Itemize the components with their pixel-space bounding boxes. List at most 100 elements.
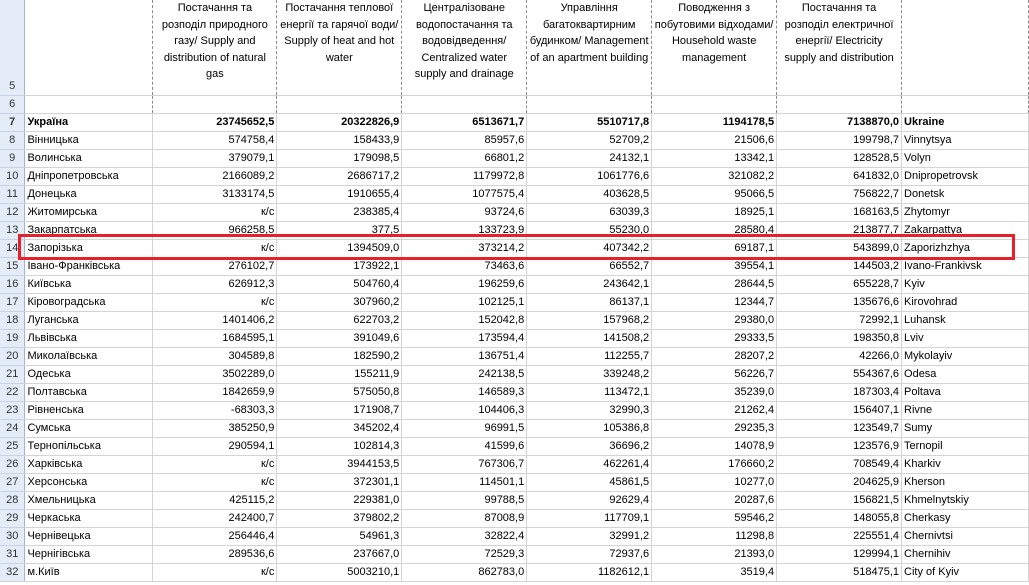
waste-value[interactable]: 29380,0 bbox=[651, 311, 778, 330]
heat-value[interactable]: 391049,6 bbox=[276, 329, 403, 348]
water-value[interactable]: 72529,3 bbox=[401, 545, 528, 564]
region-name-en[interactable]: Lviv bbox=[901, 329, 1029, 348]
region-name-en[interactable]: Rivne bbox=[901, 401, 1029, 420]
region-name-ua[interactable]: Волинська bbox=[24, 149, 154, 168]
electricity-value[interactable]: 42266,0 bbox=[776, 347, 903, 366]
management-value[interactable]: 63039,3 bbox=[526, 203, 653, 222]
row-number[interactable]: 25 bbox=[0, 437, 26, 456]
region-name-en[interactable]: Chernivtsi bbox=[901, 527, 1029, 546]
row-number[interactable]: 10 bbox=[0, 167, 26, 186]
electricity-value[interactable]: 655228,7 bbox=[776, 275, 903, 294]
cell[interactable] bbox=[526, 95, 653, 114]
heat-value[interactable]: 2686717,2 bbox=[276, 167, 403, 186]
water-value[interactable]: 196259,6 bbox=[401, 275, 528, 294]
electricity-value[interactable]: 156407,1 bbox=[776, 401, 903, 420]
management-value[interactable]: 462261,4 bbox=[526, 455, 653, 474]
region-name-ua[interactable]: Запорізька bbox=[24, 239, 154, 258]
heat-value[interactable]: 379802,2 bbox=[276, 509, 403, 528]
management-value[interactable]: 1182612,1 bbox=[526, 563, 653, 582]
heat-value[interactable]: 1394509,0 bbox=[276, 239, 403, 258]
region-name-ua[interactable]: Полтавська bbox=[24, 383, 154, 402]
heat-value[interactable]: 237667,0 bbox=[276, 545, 403, 564]
waste-value[interactable]: 18925,1 bbox=[651, 203, 778, 222]
region-name-ua[interactable]: Закарпатська bbox=[24, 221, 154, 240]
water-value[interactable]: 41599,6 bbox=[401, 437, 528, 456]
region-name-en[interactable]: City of Kyiv bbox=[901, 563, 1029, 582]
gas-value[interactable]: 276102,7 bbox=[152, 257, 278, 276]
water-value[interactable]: 173594,4 bbox=[401, 329, 528, 348]
row-number[interactable]: 28 bbox=[0, 491, 26, 510]
row-number[interactable]: 9 bbox=[0, 149, 26, 168]
row-number[interactable]: 11 bbox=[0, 185, 26, 204]
electricity-value[interactable]: 7138870,0 bbox=[776, 113, 903, 132]
gas-value[interactable]: 966258,5 bbox=[152, 221, 278, 240]
gas-value[interactable]: 3133174,5 bbox=[152, 185, 278, 204]
region-name-ua[interactable]: Чернігівська bbox=[24, 545, 154, 564]
water-value[interactable]: 242138,5 bbox=[401, 365, 528, 384]
region-name-en[interactable]: Kharkiv bbox=[901, 455, 1029, 474]
heat-value[interactable]: 54961,3 bbox=[276, 527, 403, 546]
waste-value[interactable]: 10277,0 bbox=[651, 473, 778, 492]
gas-value[interactable]: 23745652,5 bbox=[152, 113, 278, 132]
region-name-ua[interactable]: Вінницька bbox=[24, 131, 154, 150]
management-value[interactable]: 141508,2 bbox=[526, 329, 653, 348]
water-value[interactable]: 99788,5 bbox=[401, 491, 528, 510]
electricity-value[interactable]: 128528,5 bbox=[776, 149, 903, 168]
waste-value[interactable]: 21506,6 bbox=[651, 131, 778, 150]
row-number[interactable]: 26 bbox=[0, 455, 26, 474]
gas-value[interactable]: 289536,6 bbox=[152, 545, 278, 564]
row-number[interactable]: 32 bbox=[0, 563, 26, 582]
header-cell-empty[interactable] bbox=[24, 0, 154, 96]
header-gas-supply[interactable]: Постачання та розподіл природного газу/ … bbox=[152, 0, 278, 96]
region-name-ua[interactable]: Луганська bbox=[24, 311, 154, 330]
water-value[interactable]: 133723,9 bbox=[401, 221, 528, 240]
water-value[interactable]: 104406,3 bbox=[401, 401, 528, 420]
management-value[interactable]: 66552,7 bbox=[526, 257, 653, 276]
management-value[interactable]: 36696,2 bbox=[526, 437, 653, 456]
region-name-en[interactable]: Kyiv bbox=[901, 275, 1029, 294]
management-value[interactable]: 339248,2 bbox=[526, 365, 653, 384]
management-value[interactable]: 403628,5 bbox=[526, 185, 653, 204]
waste-value[interactable]: 29333,5 bbox=[651, 329, 778, 348]
gas-value[interactable]: 385250,9 bbox=[152, 419, 278, 438]
waste-value[interactable]: 39554,1 bbox=[651, 257, 778, 276]
electricity-value[interactable]: 543899,0 bbox=[776, 239, 903, 258]
waste-value[interactable]: 1194178,5 bbox=[651, 113, 778, 132]
electricity-value[interactable]: 518475,1 bbox=[776, 563, 903, 582]
header-waste-management[interactable]: Поводження з побутовими відходами/ House… bbox=[651, 0, 778, 96]
region-name-en[interactable]: Zaporizhzhya bbox=[901, 239, 1029, 258]
electricity-value[interactable]: 225551,4 bbox=[776, 527, 903, 546]
heat-value[interactable]: 345202,4 bbox=[276, 419, 403, 438]
waste-value[interactable]: 176660,2 bbox=[651, 455, 778, 474]
electricity-value[interactable]: 123549,7 bbox=[776, 419, 903, 438]
heat-value[interactable]: 155211,9 bbox=[276, 365, 403, 384]
management-value[interactable]: 243642,1 bbox=[526, 275, 653, 294]
gas-value[interactable]: к/с bbox=[152, 455, 278, 474]
water-value[interactable]: 1077575,4 bbox=[401, 185, 528, 204]
region-name-ua[interactable]: м.Київ bbox=[24, 563, 154, 582]
waste-value[interactable]: 3519,4 bbox=[651, 563, 778, 582]
row-number[interactable]: 16 bbox=[0, 275, 26, 294]
region-name-en[interactable]: Poltava bbox=[901, 383, 1029, 402]
gas-value[interactable]: 256446,4 bbox=[152, 527, 278, 546]
electricity-value[interactable]: 213877,7 bbox=[776, 221, 903, 240]
region-name-ua[interactable]: Миколаївська bbox=[24, 347, 154, 366]
header-water-supply[interactable]: Централізоване водопостачання та водовід… bbox=[401, 0, 528, 96]
heat-value[interactable]: 372301,1 bbox=[276, 473, 403, 492]
row-number[interactable]: 6 bbox=[0, 95, 26, 114]
region-name-ua[interactable]: Івано-Франківська bbox=[24, 257, 154, 276]
gas-value[interactable]: 242400,7 bbox=[152, 509, 278, 528]
region-name-en[interactable]: Khmelnytskiy bbox=[901, 491, 1029, 510]
gas-value[interactable]: к/с bbox=[152, 473, 278, 492]
gas-value[interactable]: к/с bbox=[152, 203, 278, 222]
waste-value[interactable]: 321082,2 bbox=[651, 167, 778, 186]
region-name-en[interactable]: Odesa bbox=[901, 365, 1029, 384]
management-value[interactable]: 32990,3 bbox=[526, 401, 653, 420]
cell[interactable] bbox=[776, 95, 903, 114]
region-name-ua[interactable]: Тернопільська bbox=[24, 437, 154, 456]
row-number[interactable]: 7 bbox=[0, 113, 26, 132]
management-value[interactable]: 86137,1 bbox=[526, 293, 653, 312]
cell[interactable] bbox=[651, 95, 778, 114]
row-number[interactable]: 5 bbox=[0, 0, 26, 96]
management-value[interactable]: 72937,6 bbox=[526, 545, 653, 564]
